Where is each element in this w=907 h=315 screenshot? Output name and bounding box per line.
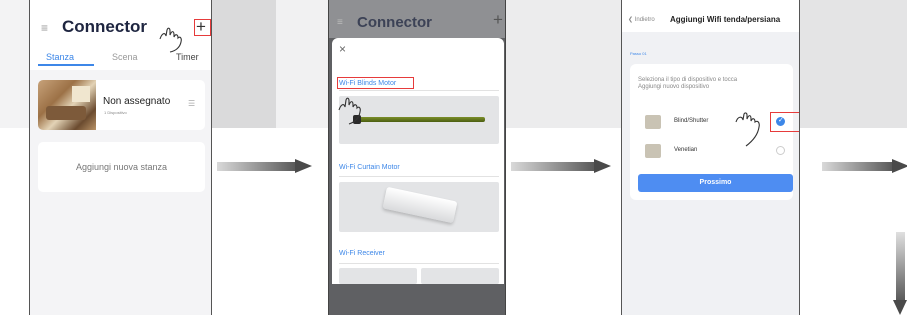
hand-pointer-icon	[735, 112, 760, 147]
option-label: Venetian	[674, 147, 698, 153]
menu-icon[interactable]: ≡	[41, 21, 48, 35]
back-button[interactable]: ❮ Indietro	[628, 16, 655, 23]
arrow-right-icon	[822, 159, 907, 173]
receiver-image[interactable]	[421, 268, 499, 284]
blind-thumbnail	[645, 115, 661, 129]
plus-icon: +	[493, 10, 503, 29]
room-card[interactable]: Non assegnato 1 Dispositivo ☰	[38, 80, 205, 130]
section-blinds-motor[interactable]: Wi-Fi Blinds Motor	[339, 80, 396, 87]
section-receiver[interactable]: Wi-Fi Receiver	[339, 250, 385, 257]
app-title: Connector	[357, 14, 432, 31]
step-label: Passo 01	[630, 51, 647, 56]
instruction-line-1: Seleziona il tipo di dispositivo e tocca	[638, 77, 738, 83]
background-panel	[800, 0, 907, 128]
tab-timer[interactable]: Timer	[176, 52, 199, 62]
section-curtain-motor[interactable]: Wi-Fi Curtain Motor	[339, 164, 400, 171]
venetian-thumbnail	[645, 144, 661, 158]
room-photo	[38, 80, 96, 130]
app-title: Connector	[62, 17, 147, 36]
instruction-line-2: Aggiungi nuovo dispositivo	[638, 84, 710, 90]
window-shape	[72, 86, 90, 102]
divider	[339, 263, 499, 264]
divider	[339, 176, 499, 177]
menu-icon: ≡	[337, 17, 343, 28]
plus-icon: +	[196, 17, 206, 36]
motor-tube-shape	[353, 117, 485, 122]
add-room-label: Aggiungi nuova stanza	[75, 162, 168, 172]
add-button[interactable]: +	[194, 17, 211, 36]
device-picker-sheet: × Wi-Fi Blinds Motor Wi-Fi Curtain Motor…	[332, 38, 504, 284]
option-label: Blind/Shutter	[674, 118, 709, 124]
highlight-box	[770, 112, 799, 132]
phone-screen-device-type: ≡ Connector + × Wi-Fi Blinds Motor Wi-Fi…	[328, 0, 506, 315]
room-device-count: 1 Dispositivo	[104, 110, 127, 115]
close-icon[interactable]: ×	[339, 42, 346, 56]
arrow-down-icon	[893, 232, 907, 315]
arrow-right-icon	[217, 159, 312, 173]
divider	[339, 90, 499, 91]
settings-icon[interactable]: ☰	[188, 99, 195, 108]
room-name: Non assegnato	[103, 96, 171, 107]
hand-pointer-icon	[338, 97, 361, 125]
next-button[interactable]: Prossimo	[638, 174, 793, 192]
add-room-card[interactable]: Aggiungi nuova stanza	[38, 142, 205, 192]
curtain-motor-shape	[382, 186, 458, 224]
phone-screen-rooms: ≡ Connector + Stanza Scena Timer Non ass…	[29, 0, 212, 315]
tab-stanza[interactable]: Stanza	[46, 52, 74, 62]
receiver-image[interactable]	[339, 268, 417, 284]
background-panel	[212, 0, 276, 128]
page-title: Aggiungi Wifi tenda/persiana	[670, 15, 781, 24]
sofa-shape	[46, 106, 86, 120]
tab-bar: Stanza Scena Timer	[30, 52, 211, 70]
dimmed-footer	[329, 284, 505, 315]
phone-screen-add-wifi: ❮ Indietro Aggiungi Wifi tenda/persiana …	[621, 0, 800, 315]
curtain-motor-image[interactable]	[339, 182, 499, 232]
arrow-right-icon	[511, 159, 611, 173]
radio-icon[interactable]	[776, 146, 785, 155]
tab-scena[interactable]: Scena	[112, 52, 138, 62]
background-panel	[276, 0, 328, 128]
active-tab-indicator	[38, 64, 94, 66]
background-panel	[506, 0, 621, 128]
hand-pointer-icon	[159, 27, 182, 53]
device-type-card: Seleziona il tipo di dispositivo e tocca…	[630, 64, 799, 200]
